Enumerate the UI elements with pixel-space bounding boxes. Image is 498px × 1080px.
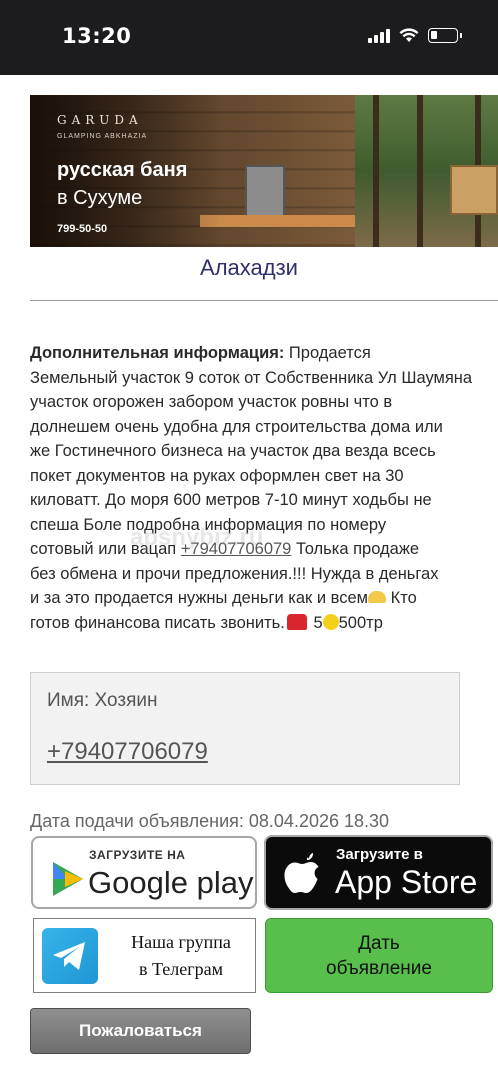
hands-emoji-icon bbox=[368, 591, 387, 603]
banner-subtitle: GLAMPING ABKHAZIA bbox=[57, 133, 148, 140]
banner-photo[interactable] bbox=[355, 95, 498, 247]
telephone-emoji-icon bbox=[286, 613, 307, 630]
status-icons bbox=[368, 27, 462, 43]
banner-logo: GARUDA bbox=[57, 113, 143, 127]
banner-title: русская баня bbox=[57, 159, 188, 181]
google-play-button[interactable]: ЗАГРУЗИТЕ НА Google play bbox=[31, 836, 257, 909]
telegram-group-button[interactable]: Наша группа в Телеграм bbox=[33, 918, 256, 993]
app-store-small-text: Загрузите в bbox=[336, 846, 423, 863]
add-listing-label-line2: объявление bbox=[326, 958, 432, 979]
ad-banner[interactable]: GARUDA GLAMPING ABKHAZIA русская баня в … bbox=[30, 95, 355, 247]
telegram-icon bbox=[42, 928, 98, 984]
contact-box: Имя: Хозяин +79407706079 bbox=[30, 672, 460, 785]
battery-icon bbox=[428, 27, 462, 43]
lemon-emoji-icon bbox=[322, 613, 339, 630]
app-store-text: App Store bbox=[335, 864, 478, 900]
telegram-label-line2: в Телеграм bbox=[138, 959, 224, 979]
contact-name: Имя: Хозяин bbox=[47, 690, 158, 711]
description-label: Дополнительная информация: bbox=[30, 344, 285, 362]
app-store-button[interactable]: Загрузите в App Store bbox=[264, 835, 493, 910]
description-phone-link[interactable]: +79407706079 bbox=[181, 540, 292, 558]
hut-image bbox=[450, 165, 498, 215]
signal-icon bbox=[368, 27, 390, 43]
bench-image bbox=[200, 215, 355, 227]
google-play-icon-part-2 bbox=[65, 871, 83, 887]
banner-phone: 799-50-50 bbox=[57, 223, 108, 235]
wifi-icon bbox=[399, 27, 419, 42]
google-play-small-text: ЗАГРУЗИТЕ НА bbox=[89, 848, 186, 862]
add-listing-label-line1: Дать bbox=[358, 933, 400, 954]
description-text: Продается Земельный участок 9 соток от С… bbox=[30, 344, 473, 558]
telegram-label: Наша группа в Телеграм bbox=[108, 929, 254, 983]
google-play-text: Google play bbox=[88, 865, 254, 900]
listing-city: Алахадзи bbox=[200, 255, 298, 280]
status-bar: 13:20 bbox=[0, 0, 498, 75]
status-time: 13:20 bbox=[62, 24, 132, 48]
telegram-label-line1: Наша группа bbox=[131, 932, 231, 952]
complain-button[interactable]: Пожаловаться bbox=[30, 1008, 251, 1054]
description-price-prefix: 5 bbox=[308, 613, 323, 632]
post-date: Дата подачи объявления: 08.04.2026 18.30 bbox=[30, 811, 390, 831]
listing-description: Дополнительная информация: Продается Зем… bbox=[30, 341, 498, 635]
banner-title-line2: в Сухуме bbox=[57, 187, 143, 209]
add-listing-label: Дать объявление bbox=[266, 919, 492, 981]
add-listing-button[interactable]: Дать объявление bbox=[265, 918, 493, 993]
description-price: 500тр bbox=[338, 613, 383, 632]
contact-phone-link[interactable]: +79407706079 bbox=[47, 738, 208, 766]
apple-icon bbox=[284, 853, 319, 893]
divider bbox=[30, 300, 498, 301]
